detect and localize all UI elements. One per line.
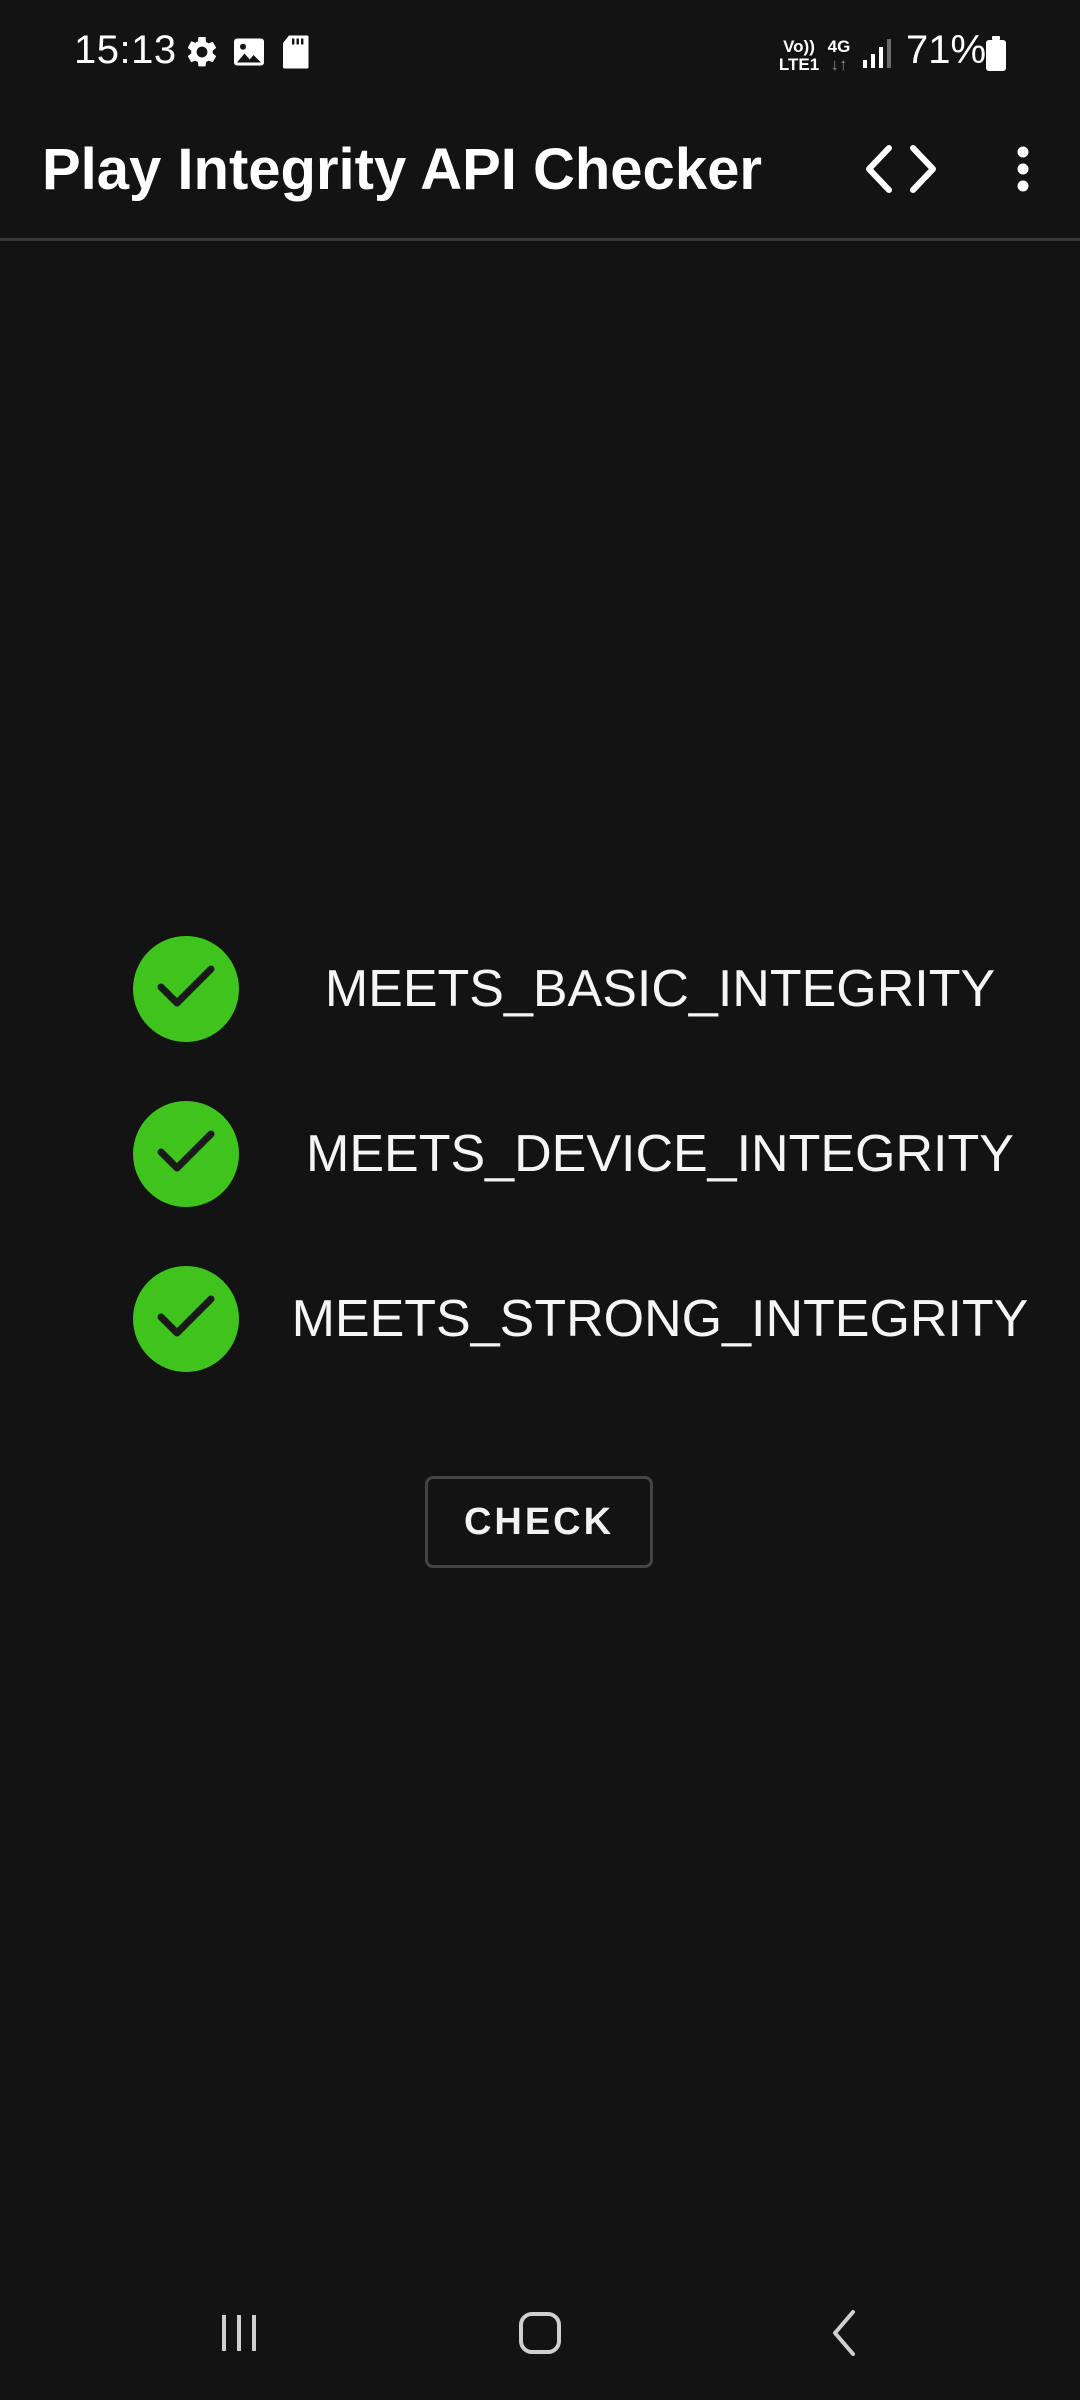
check-label: MEETS_DEVICE_INTEGRITY	[306, 1125, 1014, 1183]
check-icon	[155, 963, 217, 1016]
recent-apps-icon	[217, 2311, 261, 2360]
list-item-basic-integrity: MEETS_BASIC_INTEGRITY	[0, 936, 1080, 1042]
back-icon	[827, 2308, 861, 2363]
more-options-button[interactable]	[978, 126, 1068, 216]
check-label: MEETS_STRONG_INTEGRITY	[291, 1290, 1029, 1348]
app-title: Play Integrity API Checker	[42, 137, 762, 202]
gallery-image-icon	[231, 34, 267, 75]
check-badge	[133, 936, 239, 1042]
navigation-bar	[0, 2270, 1080, 2400]
list-item-strong-integrity: MEETS_STRONG_INTEGRITY	[0, 1266, 1080, 1372]
more-vert-icon	[1013, 144, 1033, 199]
volte-label: Vo))	[783, 37, 815, 56]
status-bar: 15:13 Vo)) LTE1 4G ↓↑ 71%	[0, 0, 1080, 104]
code-button[interactable]	[856, 126, 946, 216]
battery-icon	[985, 36, 1007, 77]
status-time: 15:13	[74, 28, 177, 72]
screen: 15:13 Vo)) LTE1 4G ↓↑ 71% Play Integrity…	[0, 0, 1080, 2400]
code-icon	[863, 144, 939, 199]
app-bar: Play Integrity API Checker	[0, 104, 1080, 241]
list-item-device-integrity: MEETS_DEVICE_INTEGRITY	[0, 1101, 1080, 1207]
sd-card-icon	[280, 34, 310, 75]
network-type-label: 4G	[827, 37, 851, 56]
settings-gear-icon	[184, 34, 220, 75]
battery-percent: 71%	[906, 28, 987, 72]
network-arrows-icon: ↓↑	[830, 55, 848, 74]
back-button[interactable]	[784, 2290, 904, 2380]
check-badge	[133, 1266, 239, 1372]
check-icon	[155, 1128, 217, 1181]
check-label: MEETS_BASIC_INTEGRITY	[324, 960, 996, 1018]
home-button[interactable]	[480, 2290, 600, 2380]
lte-label: LTE1	[778, 55, 820, 74]
recent-apps-button[interactable]	[179, 2290, 299, 2380]
check-badge	[133, 1101, 239, 1207]
check-icon	[155, 1293, 217, 1346]
signal-strength-icon	[862, 36, 896, 75]
home-icon	[517, 2310, 563, 2361]
check-button[interactable]: CHECK	[425, 1476, 653, 1568]
